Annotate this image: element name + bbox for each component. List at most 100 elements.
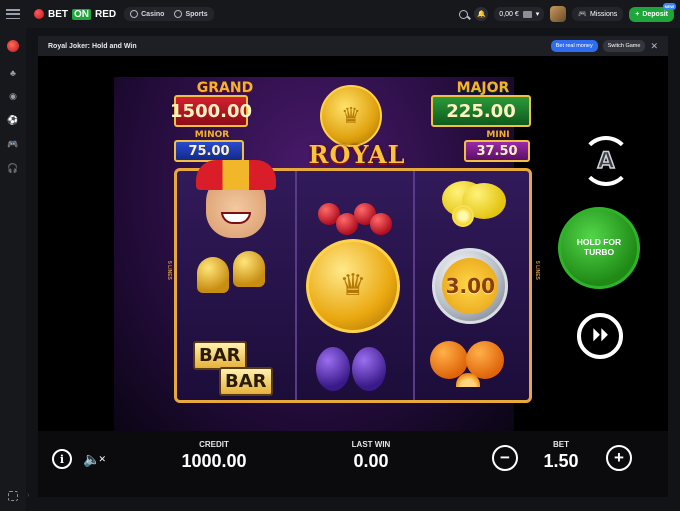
sound-muted-icon[interactable]: 🔈 ✕: [83, 449, 107, 469]
info-icon[interactable]: i: [52, 449, 72, 469]
bet-label: BET: [553, 440, 569, 449]
crown-coin-icon: ♛: [305, 238, 400, 333]
bar-icon-top: BAR: [193, 340, 247, 370]
coin-value: 3.00: [442, 257, 499, 314]
game-area: GRAND 1500.00 MAJOR 225.00 MINOR 75.00 M…: [38, 56, 668, 497]
close-icon[interactable]: ✕: [650, 41, 658, 52]
chevron-right-icon[interactable]: ›: [27, 492, 29, 499]
sidebar-item-live[interactable]: ◉: [8, 91, 19, 102]
nav-sports[interactable]: Sports: [174, 10, 208, 18]
sidebar-item-esports[interactable]: 🎮: [7, 139, 18, 150]
symbol-silver-coin: 3.00: [412, 239, 529, 333]
nav-casino[interactable]: Casino: [130, 10, 164, 18]
deposit-badge: NEW: [662, 2, 676, 10]
autoplay-button[interactable]: A: [581, 136, 631, 186]
bet-decrease-button[interactable]: −: [492, 445, 518, 471]
turbo-label-line2: TURBO: [583, 247, 615, 257]
symbol-oranges: [412, 333, 529, 401]
plum-icon: [352, 346, 387, 391]
missions-button[interactable]: 🎮 Missions: [572, 7, 624, 21]
symbol-joker: [177, 159, 294, 239]
top-bar: BET ON RED Casino Sports 🔔 0,00 € ▾ 🎮 Mi…: [0, 0, 680, 28]
grand-label: GRAND: [196, 80, 254, 96]
sidebar-item-support[interactable]: 🎧: [7, 163, 18, 174]
top-right-controls: 🔔 0,00 € ▾ 🎮 Missions NEW + Deposit: [459, 2, 676, 22]
logo-mark: [34, 9, 44, 19]
minor-value: 75.00: [174, 140, 244, 162]
lines-label-right: 5 LINES: [534, 261, 540, 280]
symbol-lemon: [412, 171, 529, 239]
symbol-bells: [177, 239, 294, 333]
game-header-actions: Bet real money Switch Game ✕: [550, 40, 658, 52]
brand-icon[interactable]: [7, 40, 19, 52]
fullscreen-icon[interactable]: [8, 491, 18, 501]
joker-icon: [195, 159, 276, 238]
last-win-label: LAST WIN: [351, 440, 391, 449]
bell-icon: [233, 250, 265, 287]
nav-sports-label: Sports: [185, 10, 208, 18]
credit-display: CREDIT 1000.00: [174, 440, 254, 472]
missions-icon: 🎮: [578, 11, 587, 18]
turbo-label: HOLD FOR TURBO: [577, 237, 621, 258]
bottom-bar: i 🔈 ✕ CREDIT 1000.00 LAST WIN 0.00 − BET …: [38, 431, 668, 497]
menu-icon[interactable]: [6, 9, 20, 19]
game-title: Royal Joker: Hold and Win: [48, 42, 137, 50]
logo-text-bet: BET: [48, 8, 68, 20]
major-label: MAJOR: [456, 80, 510, 96]
casino-icon: [130, 10, 139, 18]
fast-forward-icon: ⏵⏵: [591, 327, 608, 344]
nav-casino-label: Casino: [141, 10, 165, 18]
last-win-display: LAST WIN 0.00: [336, 440, 406, 472]
balance-widget[interactable]: 0,00 € ▾: [494, 7, 545, 21]
site-logo[interactable]: BET ON RED: [34, 8, 117, 20]
symbol-gold-coin: ♛: [294, 238, 411, 333]
logo-text-on: ON: [72, 8, 91, 20]
last-win-value: 0.00: [353, 451, 389, 471]
autoplay-ring-icon: [581, 136, 631, 186]
sidebar-item-sports[interactable]: ⚽: [7, 115, 18, 126]
coin-icon: 3.00: [432, 247, 509, 324]
orange-icon: [429, 340, 468, 379]
mini-value: 37.50: [464, 140, 530, 162]
search-icon[interactable]: [459, 9, 469, 19]
minor-label: MINOR: [194, 130, 230, 140]
switch-game-button[interactable]: Switch Game: [602, 40, 646, 52]
balance-value: 0,00 €: [499, 10, 519, 18]
avatar[interactable]: [550, 6, 567, 22]
deposit-button[interactable]: NEW + Deposit: [629, 2, 676, 22]
major-value: 225.00: [431, 95, 531, 127]
cherry-icon: [370, 213, 393, 235]
wallet-icon: [522, 10, 532, 18]
sidebar-item-games[interactable]: ♣: [8, 67, 19, 78]
turbo-button[interactable]: HOLD FOR TURBO: [558, 207, 640, 289]
plus-icon: +: [635, 10, 640, 18]
chevron-down-icon: ▾: [535, 11, 540, 18]
game-header: Royal Joker: Hold and Win Bet real money…: [38, 36, 668, 56]
sidebar: ♣ ◉ ⚽ 🎮 🎧 ›: [0, 28, 29, 511]
bet-value: 1.50: [543, 451, 579, 471]
mini-label: MINI: [486, 130, 510, 140]
credit-value: 1000.00: [181, 451, 247, 471]
bell-icon: [197, 256, 229, 293]
spin-controls: A HOLD FOR TURBO ⏵⏵: [558, 136, 668, 386]
spin-button[interactable]: ⏵⏵: [577, 313, 623, 359]
lines-label-left: 5 LINES: [166, 261, 172, 280]
bet-increase-button[interactable]: +: [606, 445, 632, 471]
symbol-plums: [294, 333, 411, 401]
symbol-bar: BAR BAR: [177, 333, 294, 401]
symbol-cherries: [294, 171, 411, 239]
top-nav: Casino Sports: [124, 7, 214, 21]
bet-real-money-button[interactable]: Bet real money: [550, 40, 598, 52]
sports-icon: [174, 10, 183, 18]
notifications-icon[interactable]: 🔔: [474, 7, 489, 21]
bar-icon-bottom: BAR: [219, 366, 273, 396]
credit-label: CREDIT: [199, 440, 229, 449]
logo-text-red: RED: [95, 8, 117, 20]
joker-hat: [195, 159, 276, 190]
plum-icon: [316, 346, 351, 391]
joker-smile: [220, 211, 251, 224]
bet-display: BET 1.50: [536, 440, 586, 472]
reel-grid: 5 LINES 5 LINES ♛ 3.00 BAR BAR: [166, 159, 540, 403]
grand-value: 1500.00: [170, 95, 252, 127]
deposit-label: Deposit: [642, 10, 668, 18]
